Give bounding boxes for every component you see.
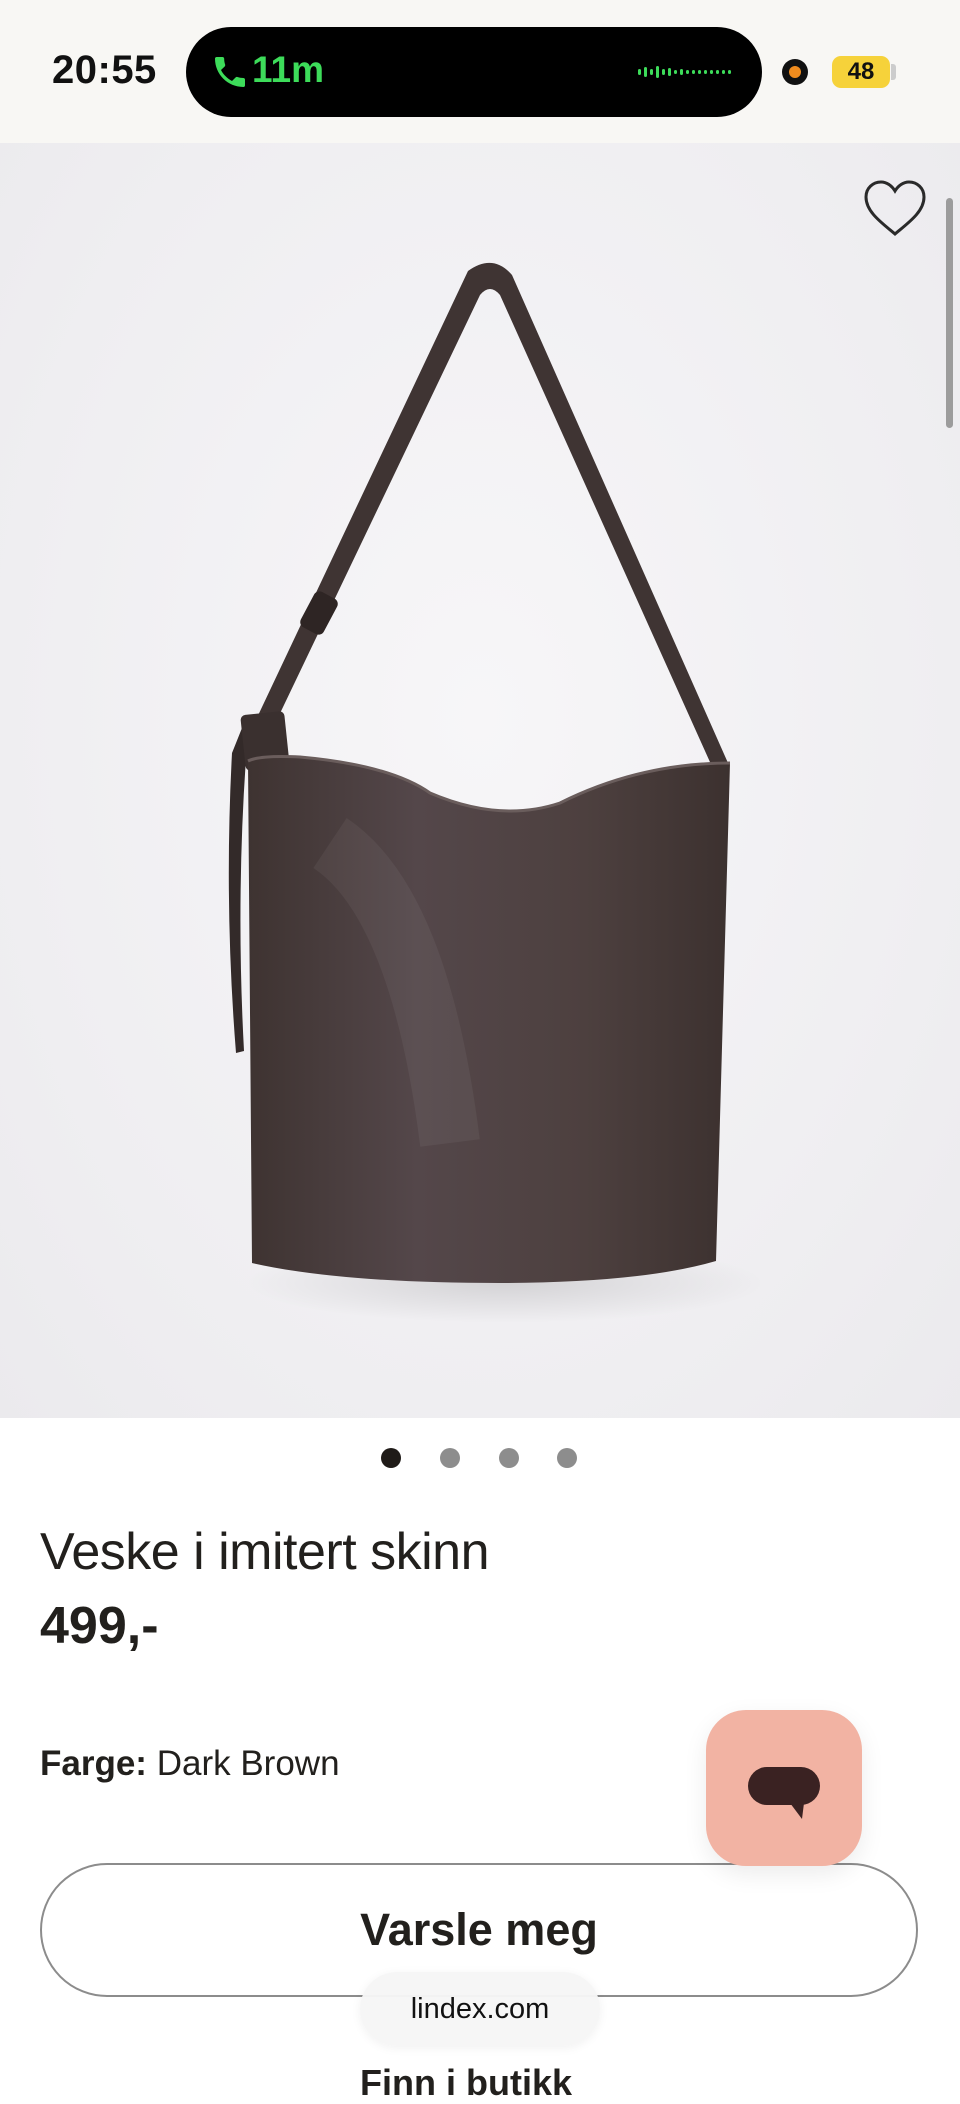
chat-bubble-icon <box>748 1767 820 1819</box>
recording-indicator-icon <box>782 59 808 85</box>
battery-indicator: 48 <box>832 56 890 88</box>
color-selection: Farge: Dark Brown <box>40 1744 340 1784</box>
pagination-dot-3[interactable] <box>499 1448 519 1468</box>
product-price: 499,- <box>40 1597 159 1655</box>
phone-icon <box>215 57 245 87</box>
product-image-carousel[interactable] <box>0 143 960 1418</box>
battery-tip <box>891 64 896 80</box>
pagination-dot-1[interactable] <box>381 1448 401 1468</box>
product-image <box>228 262 765 1323</box>
pagination-dot-2[interactable] <box>440 1448 460 1468</box>
clock: 20:55 <box>52 48 157 92</box>
color-label: Farge: <box>40 1744 147 1783</box>
audio-waveform-icon <box>638 66 731 78</box>
pagination-dot-4[interactable] <box>557 1448 577 1468</box>
dynamic-island-call[interactable]: 11m <box>186 27 762 117</box>
image-pagination <box>0 1448 960 1468</box>
status-bar: 20:55 11m 48 <box>0 0 960 143</box>
find-in-store-link[interactable]: Finn i butikk <box>360 2062 572 2104</box>
product-title: Veske i imitert skinn <box>40 1523 490 1581</box>
scrollbar[interactable] <box>946 198 953 428</box>
chat-button[interactable] <box>706 1710 862 1866</box>
wishlist-heart-icon[interactable] <box>862 178 928 240</box>
color-value: Dark Brown <box>156 1744 340 1783</box>
call-duration: 11m <box>252 49 325 90</box>
browser-url-bar[interactable]: lindex.com <box>360 1972 600 2046</box>
